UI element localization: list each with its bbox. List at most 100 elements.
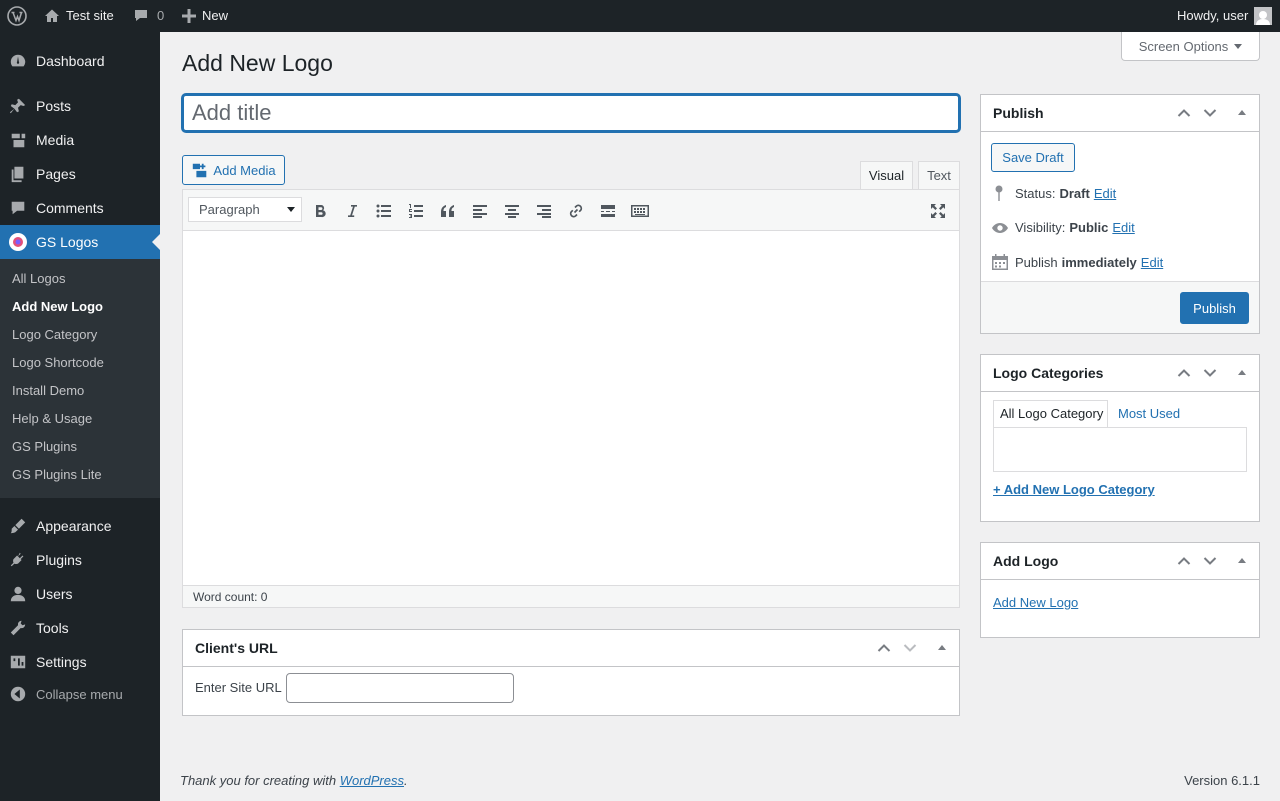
submenu-item-all-logos[interactable]: All Logos (12, 269, 65, 289)
read-more-button[interactable] (596, 200, 620, 222)
add-logo-metabox: Add Logo Add New Logo (980, 542, 1260, 638)
new-content-link[interactable]: New (182, 0, 228, 32)
editor-content-area[interactable] (183, 232, 959, 585)
chevron-up-icon[interactable] (1175, 104, 1193, 122)
sidebar-item-comments[interactable]: Comments (0, 191, 160, 225)
tab-all-logo-category[interactable]: All Logo Category (993, 400, 1108, 428)
collapse-icon (10, 686, 26, 702)
sidebar-item-appearance[interactable]: Appearance (0, 509, 160, 543)
category-checklist (993, 427, 1247, 472)
site-name-link[interactable]: Test site (44, 0, 114, 32)
sidebar-item-label: Pages (36, 166, 76, 182)
sidebar-item-posts[interactable]: Posts (0, 89, 160, 123)
tab-most-used[interactable]: Most Used (1118, 406, 1180, 421)
plugins-icon (10, 552, 24, 567)
footer-thanks-text: Thank you for creating with (180, 773, 337, 788)
align-center-button[interactable] (500, 200, 524, 222)
edit-publish-date-link[interactable]: Edit (1141, 255, 1163, 270)
users-icon (10, 586, 26, 602)
add-media-label: Add Media (213, 162, 276, 178)
sidebar-item-dashboard[interactable]: Dashboard (0, 44, 160, 78)
comment-bubble-icon (135, 10, 147, 21)
toggle-panel-icon[interactable] (938, 645, 946, 650)
add-new-logo-link[interactable]: Add New Logo (993, 595, 1078, 610)
client-url-metabox: Client's URL Enter Site URL (182, 629, 960, 716)
add-media-icon (193, 163, 207, 178)
gs-logos-submenu: All Logos Add New Logo Logo Category Log… (0, 259, 160, 498)
comments-icon (11, 201, 25, 215)
chevron-down-icon[interactable] (1201, 552, 1219, 570)
sidebar-item-media[interactable]: Media (0, 123, 160, 157)
comments-link[interactable]: 0 (133, 0, 164, 32)
toolbar-toggle-button[interactable] (628, 200, 652, 222)
chevron-up-icon[interactable] (1175, 364, 1193, 382)
avatar (1254, 7, 1273, 25)
site-url-input[interactable] (286, 673, 514, 703)
blockquote-icon (441, 205, 454, 217)
chevron-down-icon[interactable] (1201, 364, 1219, 382)
edit-status-link[interactable]: Edit (1094, 186, 1116, 201)
client-url-title: Client's URL (183, 630, 959, 667)
submenu-item-gs-plugins-lite[interactable]: GS Plugins Lite (12, 465, 102, 485)
chevron-down-icon[interactable] (901, 639, 919, 657)
italic-button[interactable] (340, 200, 364, 222)
submenu-item-add-new-logo[interactable]: Add New Logo (12, 297, 103, 317)
chevron-up-icon[interactable] (1175, 552, 1193, 570)
chevron-down-icon (287, 207, 295, 212)
status-value: Draft (1059, 185, 1090, 201)
toggle-panel-icon[interactable] (1238, 370, 1246, 375)
admin-sidebar: Dashboard Posts Media Pages Comments GS … (0, 32, 160, 801)
add-new-logo-category-link[interactable]: + Add New Logo Category (993, 482, 1155, 497)
submenu-item-logo-category[interactable]: Logo Category (12, 325, 97, 345)
user-account-menu[interactable]: Howdy, user (1177, 0, 1273, 32)
bold-button[interactable] (308, 200, 332, 222)
submenu-item-logo-shortcode[interactable]: Logo Shortcode (12, 353, 104, 373)
fullscreen-button[interactable] (926, 200, 950, 222)
chevron-down-icon[interactable] (1201, 104, 1219, 122)
visibility-label: Visibility: (1015, 219, 1066, 235)
numbered-list-button[interactable] (404, 200, 428, 222)
sidebar-item-gs-logos[interactable]: GS Logos (0, 225, 160, 259)
sidebar-item-label: Comments (36, 200, 104, 216)
wordpress-logo-icon[interactable] (7, 0, 27, 32)
admin-bar: Test site 0 New Howdy, user (0, 0, 1280, 32)
align-right-button[interactable] (532, 200, 556, 222)
chevron-up-icon[interactable] (875, 639, 893, 657)
screen-options-button[interactable]: Screen Options (1121, 32, 1260, 61)
sidebar-item-label: Users (36, 586, 73, 602)
submenu-item-install-demo[interactable]: Install Demo (12, 381, 84, 401)
sidebar-item-label: GS Logos (36, 234, 99, 250)
submenu-item-gs-plugins[interactable]: GS Plugins (12, 437, 77, 457)
sidebar-item-label: Tools (36, 620, 69, 636)
sidebar-collapse-menu[interactable]: Collapse menu (0, 677, 160, 711)
insert-link-button[interactable] (564, 200, 588, 222)
add-media-button[interactable]: Add Media (182, 155, 285, 185)
sidebar-item-plugins[interactable]: Plugins (0, 543, 160, 577)
comments-count: 0 (157, 8, 165, 23)
plus-icon (182, 9, 196, 23)
settings-icon (10, 655, 26, 669)
bulleted-list-button[interactable] (372, 200, 396, 222)
appearance-icon (10, 518, 26, 534)
keyboard-icon (631, 205, 649, 217)
align-left-button[interactable] (468, 200, 492, 222)
wordpress-link[interactable]: WordPress (340, 773, 404, 788)
sidebar-item-tools[interactable]: Tools (0, 611, 160, 645)
submenu-item-help-usage[interactable]: Help & Usage (12, 409, 92, 429)
toggle-panel-icon[interactable] (1238, 558, 1246, 563)
format-select-value: Paragraph (199, 202, 260, 217)
sidebar-item-label: Collapse menu (36, 686, 123, 702)
tab-visual[interactable]: Visual (860, 161, 913, 190)
sidebar-item-users[interactable]: Users (0, 577, 160, 611)
blockquote-button[interactable] (436, 200, 460, 222)
tab-text[interactable]: Text (918, 161, 960, 190)
publish-button[interactable]: Publish (1180, 292, 1249, 324)
new-label: New (202, 8, 229, 23)
save-draft-button[interactable]: Save Draft (991, 143, 1075, 172)
post-title-input[interactable] (182, 94, 960, 132)
edit-visibility-link[interactable]: Edit (1112, 220, 1134, 235)
sidebar-item-pages[interactable]: Pages (0, 157, 160, 191)
sidebar-item-settings[interactable]: Settings (0, 645, 160, 679)
format-select[interactable]: Paragraph (188, 197, 302, 222)
toggle-panel-icon[interactable] (1238, 110, 1246, 115)
